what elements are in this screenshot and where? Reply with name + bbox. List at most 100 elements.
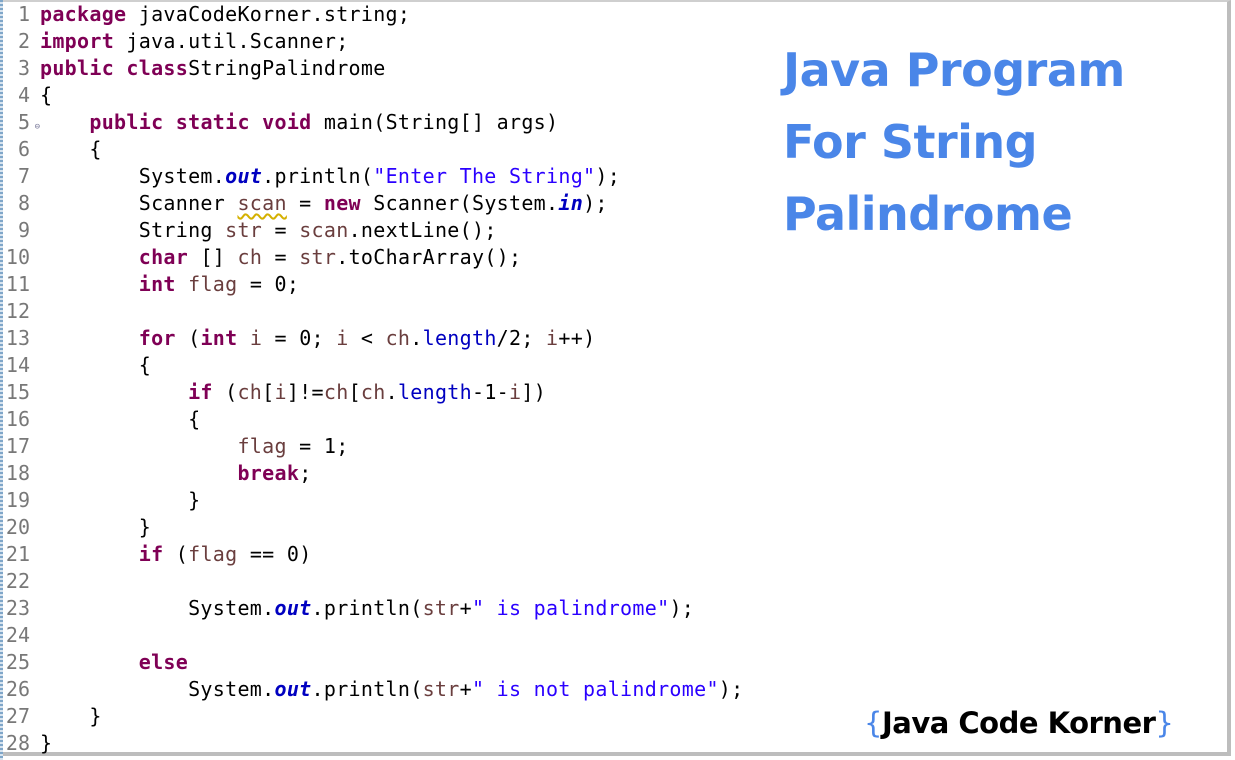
line-number: 6 [17, 137, 30, 161]
code-line[interactable]: 26 System.out.println(str+" is not palin… [0, 676, 743, 703]
code-token: } [40, 704, 102, 728]
code-line[interactable]: 1 package javaCodeKorner.string; [0, 1, 743, 28]
title-line-3: Palindrome [783, 187, 1073, 241]
keyword-token: break [237, 461, 300, 485]
code-line[interactable]: 13 for (int i = 0; i < ch.length/2; i++) [0, 325, 743, 352]
line-number: 19 [5, 488, 30, 512]
code-line[interactable]: 28} [0, 730, 743, 757]
code-line[interactable]: 4{ [0, 82, 743, 109]
code-line[interactable]: 7 System.out.println("Enter The String")… [0, 163, 743, 190]
code-editor[interactable]: 1 package javaCodeKorner.string; 2 import j… [0, 0, 743, 757]
keyword-token: void [262, 110, 312, 134]
code-line[interactable]: 21 if (flag == 0) [0, 541, 743, 568]
code-text: System.out.println("Enter The String"); [32, 163, 620, 190]
variable-token: flag [237, 434, 287, 458]
line-number: 24 [5, 623, 30, 647]
code-line[interactable]: 25 else [0, 649, 743, 676]
line-number: 3 [17, 56, 30, 80]
code-token: { [40, 83, 53, 107]
code-line[interactable]: 9 String str = scan.nextLine(); [0, 217, 743, 244]
code-token: String [40, 218, 226, 242]
title-line-2: For String [783, 115, 1038, 169]
line-number: 23 [5, 596, 30, 620]
code-text: } [32, 730, 52, 757]
line-number: 16 [5, 407, 30, 431]
code-line[interactable]: 12 [0, 298, 743, 325]
code-line[interactable]: 23 System.out.println(str+" is palindrom… [0, 595, 743, 622]
code-token: System. [40, 677, 275, 701]
variable-token: str [422, 677, 460, 701]
variable-token: ch [237, 380, 263, 404]
code-line[interactable]: 2 import java.util.Scanner; [0, 28, 743, 55]
variable-token: i [546, 326, 559, 350]
field-token: length [422, 326, 497, 350]
code-token: } [40, 731, 53, 755]
code-token: .toCharArray(); [336, 245, 522, 269]
variable-token: flag [188, 272, 238, 296]
code-token: [] [188, 245, 238, 269]
code-line[interactable]: 27 } [0, 703, 743, 730]
code-line[interactable]: 15 if (ch[i]!=ch[ch.length-1-i]) [0, 379, 743, 406]
line-number: 11 [5, 272, 30, 296]
code-text: } [32, 514, 151, 541]
code-line[interactable]: 16 { [0, 406, 743, 433]
code-line[interactable]: 11 int flag = 0; [0, 271, 743, 298]
code-line[interactable]: 10 char [] ch = str.toCharArray(); [0, 244, 743, 271]
line-number: 14 [5, 353, 30, 377]
code-line[interactable]: 3 public classStringPalindrome [0, 55, 743, 82]
brand-name: Java Code Korner [881, 706, 1156, 740]
field-token: length [397, 380, 472, 404]
code-text: public classStringPalindrome [32, 55, 386, 82]
code-token: ); [669, 596, 695, 620]
code-token: . [410, 326, 423, 350]
code-text: else [32, 649, 188, 676]
code-line[interactable]: 17 flag = 1; [0, 433, 743, 460]
code-token: + [459, 677, 472, 701]
code-token: = 0; [262, 326, 337, 350]
string-literal-token: " is palindrome" [471, 596, 670, 620]
code-line[interactable]: 24 [0, 622, 743, 649]
code-text: char [] ch = str.toCharArray(); [32, 244, 521, 271]
code-token: = 1; [286, 434, 349, 458]
code-line[interactable]: 20 } [0, 514, 743, 541]
code-line[interactable]: 5 ⊖ public static void main(String[] args… [0, 109, 743, 136]
line-number: 7 [17, 164, 30, 188]
code-text: System.out.println(str+" is palindrome")… [32, 595, 694, 622]
code-token: -1- [471, 380, 510, 404]
code-line[interactable]: 22 [0, 568, 743, 595]
line-number: 28 [5, 731, 30, 755]
fold-collapse-icon[interactable]: ⊖ [35, 114, 40, 141]
code-text: } [32, 487, 200, 514]
code-line[interactable]: 14 { [0, 352, 743, 379]
keyword-token: for [138, 326, 176, 350]
code-text: break; [32, 460, 312, 487]
open-brace-icon: { [864, 706, 882, 740]
line-number: 25 [5, 650, 30, 674]
line-number: 27 [5, 704, 30, 728]
code-text: public static void main(String[] args) [32, 109, 558, 136]
code-line[interactable]: 6 { [0, 136, 743, 163]
code-token: StringPalindrome [188, 56, 386, 80]
code-text: import java.util.Scanner; [32, 28, 349, 55]
string-literal-token: "Enter The String" [373, 164, 596, 188]
code-line[interactable]: 18 break; [0, 460, 743, 487]
code-token: { [40, 353, 152, 377]
code-token: ++) [558, 326, 596, 350]
code-line[interactable]: 8 Scanner scan = new Scanner(System.in); [0, 190, 743, 217]
line-number: 20 [5, 515, 30, 539]
variable-token: scan [299, 218, 349, 242]
line-number: 26 [5, 677, 30, 701]
keyword-token: int [138, 272, 176, 296]
code-token: .nextLine(); [348, 218, 497, 242]
line-number: 12 [5, 299, 30, 323]
code-text: package javaCodeKorner.string; [32, 1, 410, 28]
code-token: ( [163, 542, 189, 566]
code-line[interactable]: 19 } [0, 487, 743, 514]
code-text: { [32, 136, 102, 163]
code-token: [ [348, 380, 361, 404]
